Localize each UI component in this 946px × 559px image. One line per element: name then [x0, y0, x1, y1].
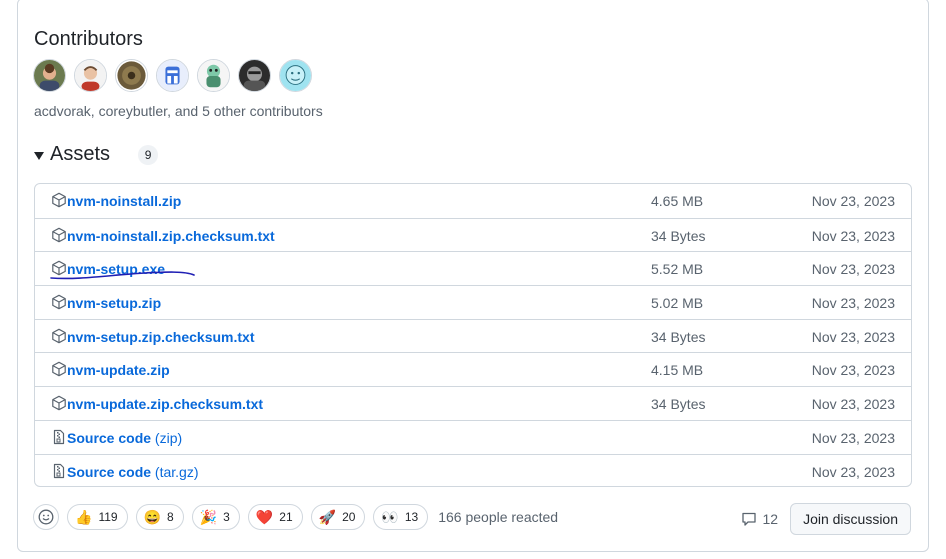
reaction-laugh-button[interactable]: 😄 8	[135, 504, 184, 530]
asset-size: 5.52 MB	[651, 261, 704, 278]
avatar[interactable]	[156, 59, 189, 92]
asset-link[interactable]: nvm-setup.zip	[67, 295, 161, 311]
assets-count-badge: 9	[138, 144, 159, 165]
comment-count[interactable]: 12	[741, 511, 778, 527]
contributor-avatars	[33, 59, 312, 92]
asset-name: nvm-noinstall.zip	[67, 193, 182, 209]
asset-size: 4.65 MB	[651, 193, 704, 209]
asset-date: Nov 23, 2023	[811, 261, 895, 278]
asset-date: Nov 23, 2023	[811, 463, 895, 480]
asset-name: Source code	[67, 463, 152, 480]
asset-link[interactable]: nvm-noinstall.zip.checksum.txt	[67, 228, 275, 244]
asset-name: nvm-setup.zip	[67, 295, 162, 312]
reaction-eyes-button[interactable]: 👀 13	[373, 504, 429, 530]
asset-row: nvm-setup.zip 5.02 MB Nov 23, 2023	[35, 285, 911, 319]
asset-size: 4.15 MB	[651, 362, 704, 379]
assets-heading: Assets	[50, 143, 111, 165]
package-icon	[51, 294, 67, 310]
join-discussion-button[interactable]: Join discussion	[790, 503, 911, 535]
assets-toggle[interactable]: Assets 9	[34, 143, 159, 166]
comment-icon	[742, 512, 757, 526]
laugh-emoji-icon: 😄	[143, 509, 162, 525]
asset-date: Nov 23, 2023	[811, 396, 895, 413]
contributors-summary: acdvorak, coreybutler, and 5 other contr…	[34, 103, 323, 119]
avatar[interactable]	[279, 59, 312, 92]
asset-row: Source code (zip) Nov 23, 2023	[35, 419, 911, 454]
avatar[interactable]	[74, 59, 107, 92]
reaction-thumbs-up-button[interactable]: 👍 119	[67, 504, 128, 530]
asset-size: 34 Bytes	[651, 227, 706, 244]
file-zip-icon	[51, 429, 67, 445]
asset-name: Source code	[67, 429, 152, 446]
asset-row: nvm-setup.zip.checksum.txt 34 Bytes Nov 23…	[35, 318, 911, 353]
package-icon	[51, 361, 67, 377]
asset-name: nvm-update.zip	[67, 362, 170, 379]
asset-link[interactable]: Source code (zip)	[67, 430, 182, 446]
reaction-count: 13	[404, 510, 419, 524]
package-icon	[51, 192, 67, 208]
package-icon	[51, 227, 67, 243]
comment-count-value: 12	[762, 511, 779, 527]
asset-row: nvm-update.zip 4.15 MB Nov 23, 2023	[35, 352, 911, 386]
smiley-icon	[38, 509, 54, 525]
eyes-emoji-icon: 👀	[381, 509, 399, 525]
reaction-heart-button[interactable]: ❤️ 21	[247, 504, 303, 530]
reactions-bar: 👍 119 😄 8 🎉 3 ❤️ 21 🚀 20 👀 13 166 people reacted	[33, 504, 558, 530]
asset-link[interactable]: nvm-noinstall.zip	[67, 193, 181, 209]
heart-emoji-icon: ❤️	[255, 509, 274, 525]
contributors-heading: Contributors	[34, 28, 143, 50]
reaction-rocket-button[interactable]: 🚀 20	[310, 504, 366, 530]
rocket-emoji-icon: 🚀	[318, 509, 337, 525]
hooray-emoji-icon: 🎉	[199, 509, 218, 525]
thumbs-up-emoji-icon: 👍	[75, 509, 93, 525]
avatar[interactable]	[115, 59, 148, 92]
asset-link[interactable]: Source code (tar.gz)	[67, 464, 199, 480]
asset-link[interactable]: nvm-update.zip.checksum.txt	[67, 396, 263, 412]
asset-link[interactable]: nvm-setup.zip.checksum.txt	[67, 329, 255, 345]
assets-list: nvm-noinstall.zip 4.65 MB Nov 23, 2023 nvm-…	[34, 183, 912, 487]
asset-date: Nov 23, 2023	[811, 328, 895, 345]
asset-size: 34 Bytes	[651, 396, 706, 413]
reactions-summary: 166 people reacted	[438, 509, 559, 525]
asset-name: nvm-update.zip.checksum.txt	[67, 396, 264, 413]
asset-size: 34 Bytes	[651, 328, 706, 345]
asset-date: Nov 23, 2023	[811, 362, 895, 379]
asset-row: nvm-update.zip.checksum.txt 34 Bytes Nov 2…	[35, 386, 911, 420]
asset-date: Nov 23, 2023	[811, 227, 895, 244]
asset-name: nvm-setup.zip.checksum.txt	[67, 328, 255, 345]
package-icon	[51, 328, 67, 344]
asset-format: (tar.gz)	[154, 463, 199, 480]
discussion-area: 12 Join discussion	[741, 503, 911, 535]
file-zip-icon	[51, 463, 67, 479]
asset-date: Nov 23, 2023	[811, 193, 895, 209]
reaction-count: 3	[223, 510, 230, 524]
caret-down-icon	[34, 151, 44, 160]
reaction-hooray-button[interactable]: 🎉 3	[191, 504, 240, 530]
reaction-count: 21	[279, 510, 293, 524]
avatar[interactable]	[238, 59, 271, 92]
asset-row: nvm-noinstall.zip.checksum.txt 34 Bytes No…	[35, 217, 911, 252]
asset-link[interactable]: nvm-update.zip	[67, 362, 170, 378]
add-reaction-button[interactable]	[33, 504, 59, 530]
handwritten-underline	[50, 271, 195, 280]
avatar[interactable]	[33, 59, 66, 92]
asset-format: (zip)	[154, 429, 183, 446]
asset-name: nvm-noinstall.zip.checksum.txt	[67, 227, 275, 244]
asset-date: Nov 23, 2023	[811, 429, 895, 446]
asset-date: Nov 23, 2023	[811, 295, 895, 312]
reaction-count: 8	[167, 510, 174, 524]
avatar[interactable]	[197, 59, 230, 92]
reaction-count: 119	[98, 510, 118, 524]
package-icon	[51, 395, 67, 411]
asset-row: Source code (tar.gz) Nov 23, 2023	[35, 453, 911, 487]
asset-row: nvm-noinstall.zip 4.65 MB Nov 23, 2023	[35, 184, 911, 218]
reaction-count: 20	[342, 510, 356, 524]
asset-size: 5.02 MB	[651, 295, 704, 312]
